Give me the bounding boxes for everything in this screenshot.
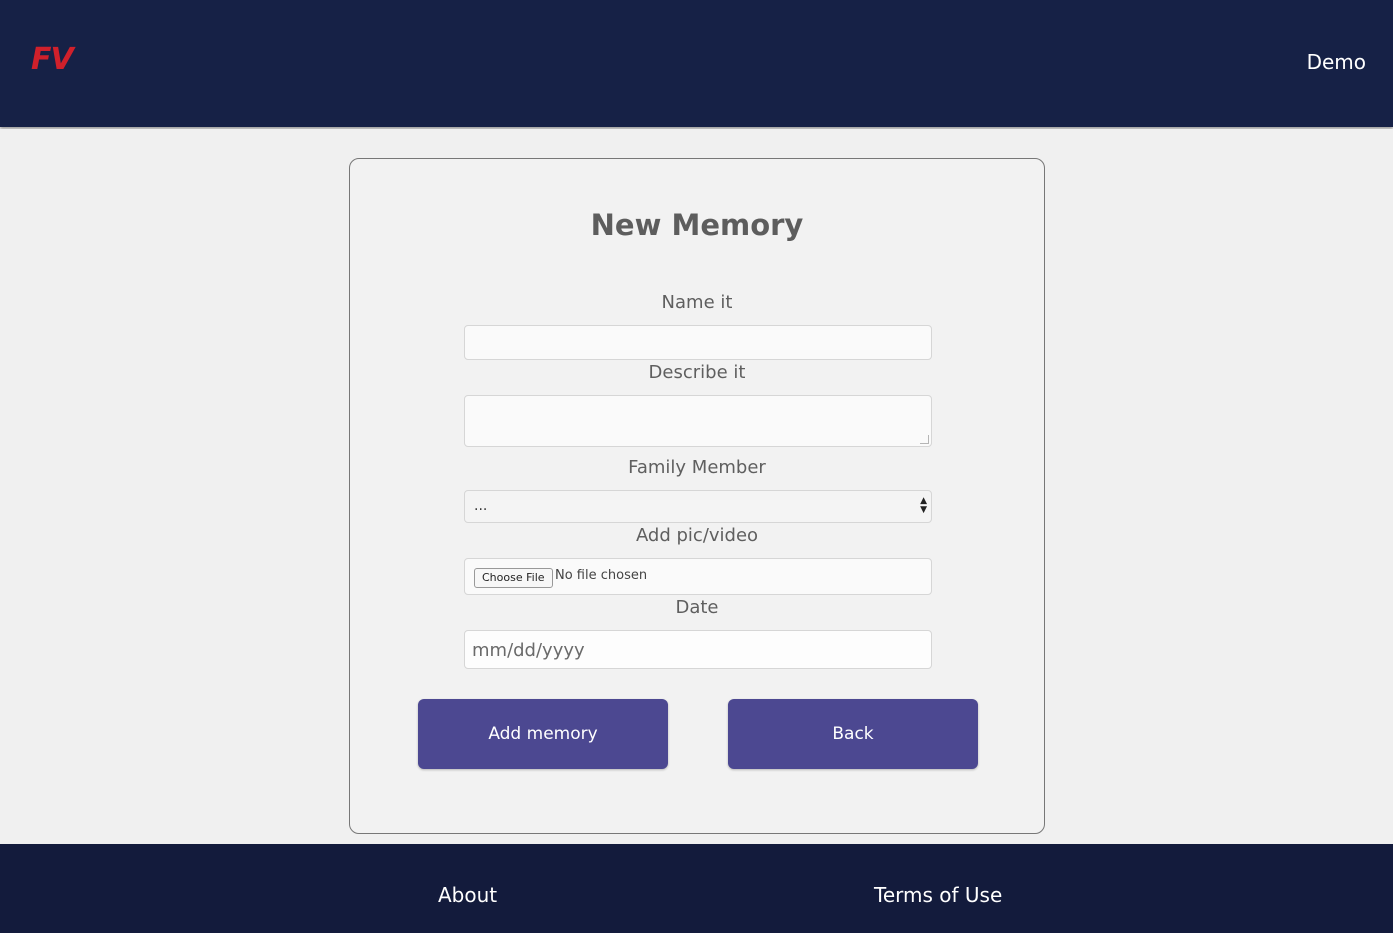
resize-grip-icon[interactable] — [920, 435, 929, 444]
name-label: Name it — [661, 292, 733, 313]
brand-logo[interactable]: FV — [31, 40, 74, 80]
new-memory-form-card: New Memory Name it Describe it Family Me… — [349, 158, 1045, 834]
family-member-label: Family Member — [628, 457, 766, 478]
footer-about-link[interactable]: About — [438, 881, 497, 909]
name-input[interactable] — [464, 325, 932, 360]
date-placeholder: mm/dd/yyyy — [472, 640, 585, 661]
date-label: Date — [675, 597, 719, 618]
form-title: New Memory — [590, 208, 804, 242]
footer-terms-link[interactable]: Terms of Use — [874, 881, 1002, 909]
describe-label: Describe it — [648, 362, 746, 383]
media-label: Add pic/video — [635, 525, 759, 546]
family-member-selected: ... — [474, 498, 488, 514]
top-navbar: FV Demo — [0, 0, 1393, 127]
choose-file-button[interactable]: Choose File — [474, 568, 553, 588]
nav-demo-link[interactable]: Demo — [1307, 48, 1366, 76]
date-input[interactable]: mm/dd/yyyy — [464, 630, 932, 669]
add-memory-button[interactable]: Add memory — [418, 699, 668, 769]
file-input[interactable]: Choose File No file chosen — [464, 558, 932, 595]
footer: About Terms of Use — [0, 844, 1393, 933]
describe-textarea[interactable] — [464, 395, 932, 447]
back-button[interactable]: Back — [728, 699, 978, 769]
file-status: No file chosen — [555, 568, 648, 583]
updown-arrows-icon: ▲ ▼ — [920, 496, 927, 515]
family-member-select[interactable]: ... ▲ ▼ — [464, 490, 932, 523]
